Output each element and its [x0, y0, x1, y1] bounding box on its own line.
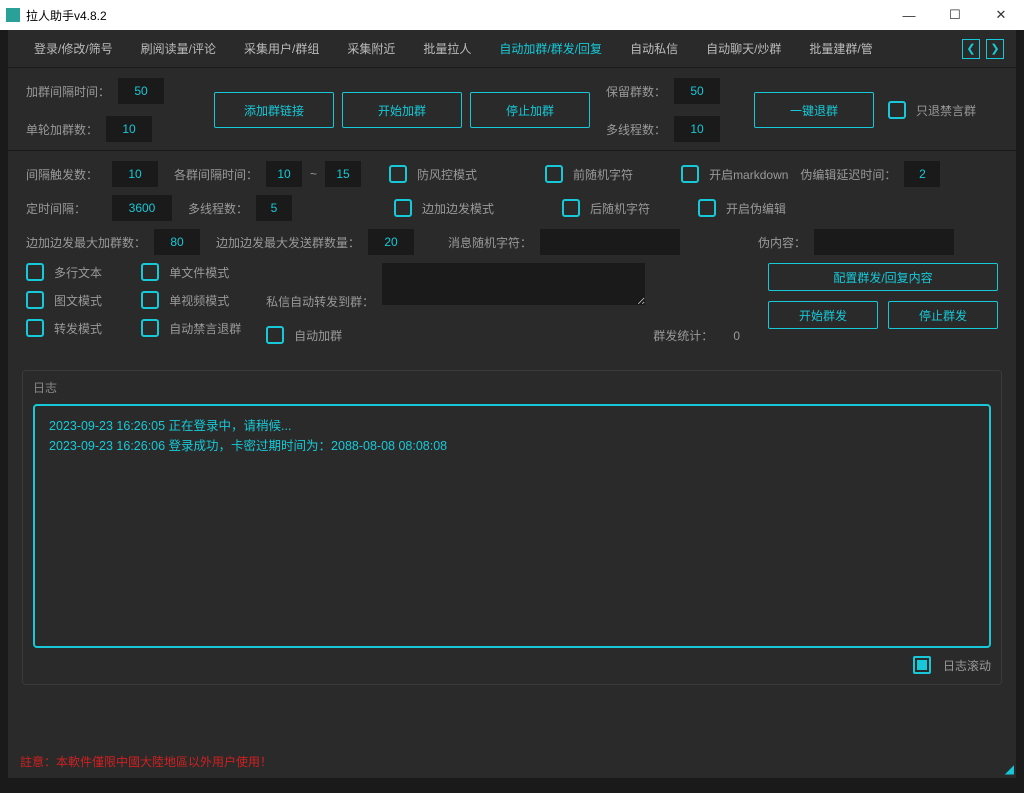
close-button[interactable]: ✕ — [978, 0, 1024, 30]
threads2-input[interactable] — [256, 195, 292, 221]
tab-auto-group[interactable]: 自动加群/群发/回复 — [485, 32, 616, 65]
log-box[interactable]: 2023-09-23 16:26:05 正在登录中，请稍候... 2023-09… — [33, 404, 991, 648]
tabs-scroll-right[interactable]: ❯ — [986, 39, 1004, 59]
forward-checkbox[interactable] — [26, 319, 44, 337]
tab-bulk-pull[interactable]: 批量拉人 — [409, 32, 485, 65]
pre-random-checkbox[interactable] — [545, 165, 563, 183]
per-group-b-input[interactable] — [325, 161, 361, 187]
start-join-button[interactable]: 开始加群 — [342, 92, 462, 128]
log-line: 2023-09-23 16:26:06 登录成功，卡密过期时间为：2088-08… — [49, 436, 975, 456]
interval-input[interactable] — [118, 78, 164, 104]
single-video-checkbox[interactable] — [141, 291, 159, 309]
log-line: 2023-09-23 16:26:05 正在登录中，请稍候... — [49, 416, 975, 436]
multi-text-checkbox[interactable] — [26, 263, 44, 281]
single-file-checkbox[interactable] — [141, 263, 159, 281]
resize-grip[interactable]: ◢ — [1005, 762, 1014, 776]
markdown-checkbox[interactable] — [681, 165, 699, 183]
only-exit-muted-checkbox[interactable] — [888, 101, 906, 119]
window-title: 拉人助手v4.8.2 — [26, 7, 886, 24]
minimize-button[interactable]: — — [886, 0, 932, 30]
tab-collect-users[interactable]: 采集用户/群组 — [230, 32, 333, 65]
stop-join-button[interactable]: 停止加群 — [470, 92, 590, 128]
fake-delay-label: 伪编辑延迟时间： — [800, 166, 896, 183]
timed-label: 定时间隔： — [26, 200, 104, 217]
start-send-button[interactable]: 开始群发 — [768, 301, 878, 329]
msg-rand-input[interactable] — [540, 229, 680, 255]
add-group-link-button[interactable]: 添加群链接 — [214, 92, 334, 128]
app-icon — [6, 8, 20, 22]
keep-input[interactable] — [674, 78, 720, 104]
per-round-input[interactable] — [106, 116, 152, 142]
auto-mute-exit-checkbox[interactable] — [141, 319, 159, 337]
threads2-label: 多线程数： — [188, 200, 248, 217]
log-title: 日志 — [33, 379, 991, 396]
anti-risk-checkbox[interactable] — [389, 165, 407, 183]
fake-edit-checkbox[interactable] — [698, 199, 716, 217]
post-random-checkbox[interactable] — [562, 199, 580, 217]
auto-join-checkbox[interactable] — [266, 326, 284, 344]
per-group-a-input[interactable] — [266, 161, 302, 187]
fake-content-input[interactable] — [814, 229, 954, 255]
simul-mode-checkbox[interactable] — [394, 199, 412, 217]
max-send-label: 边加边发最大发送群数量： — [216, 234, 360, 251]
tab-login[interactable]: 登录/修改/筛号 — [20, 32, 127, 65]
msg-rand-label: 消息随机字符： — [448, 234, 532, 251]
log-scroll-checkbox[interactable] — [913, 656, 931, 674]
keep-label: 保留群数： — [606, 83, 666, 100]
fake-content-label: 伪内容： — [758, 234, 806, 251]
dm-forward-label: 私信自动转发到群： — [266, 293, 374, 310]
per-round-label: 单轮加群数： — [26, 121, 98, 138]
only-exit-muted-label: 只退禁言群 — [916, 102, 976, 119]
tabs-scroll-left[interactable]: ❮ — [962, 39, 980, 59]
tab-bulk-create[interactable]: 批量建群/管 — [795, 32, 886, 65]
maximize-button[interactable]: ☐ — [932, 0, 978, 30]
trigger-label: 间隔触发数： — [26, 166, 104, 183]
titlebar: 拉人助手v4.8.2 — ☐ ✕ — [0, 0, 1024, 30]
tab-bar: 登录/修改/筛号 刷阅读量/评论 采集用户/群组 采集附近 批量拉人 自动加群/… — [8, 30, 1016, 68]
stats-value: 0 — [733, 329, 740, 343]
exit-all-button[interactable]: 一键退群 — [754, 92, 874, 128]
image-text-checkbox[interactable] — [26, 291, 44, 309]
fake-delay-input[interactable] — [904, 161, 940, 187]
tab-auto-dm[interactable]: 自动私信 — [616, 32, 692, 65]
stop-send-button[interactable]: 停止群发 — [888, 301, 998, 329]
threads1-label: 多线程数： — [606, 121, 666, 138]
max-join-label: 边加边发最大加群数： — [26, 234, 146, 251]
stats-label: 群发统计： — [653, 327, 713, 344]
tab-views[interactable]: 刷阅读量/评论 — [127, 32, 230, 65]
timed-input[interactable] — [112, 195, 172, 221]
threads1-input[interactable] — [674, 116, 720, 142]
log-scroll-label: 日志滚动 — [943, 657, 991, 674]
interval-label: 加群间隔时间： — [26, 83, 110, 100]
tab-collect-nearby[interactable]: 采集附近 — [333, 32, 409, 65]
max-send-input[interactable] — [368, 229, 414, 255]
dm-forward-input[interactable] — [382, 263, 645, 305]
trigger-input[interactable] — [112, 161, 158, 187]
log-section: 日志 2023-09-23 16:26:05 正在登录中，请稍候... 2023… — [22, 370, 1002, 685]
tab-auto-chat[interactable]: 自动聊天/炒群 — [692, 32, 795, 65]
footer-warning: 註意：本軟件僅限中國大陸地區以外用户使用！ — [20, 753, 272, 770]
max-join-input[interactable] — [154, 229, 200, 255]
per-group-label: 各群间隔时间： — [174, 166, 258, 183]
config-content-button[interactable]: 配置群发/回复内容 — [768, 263, 998, 291]
